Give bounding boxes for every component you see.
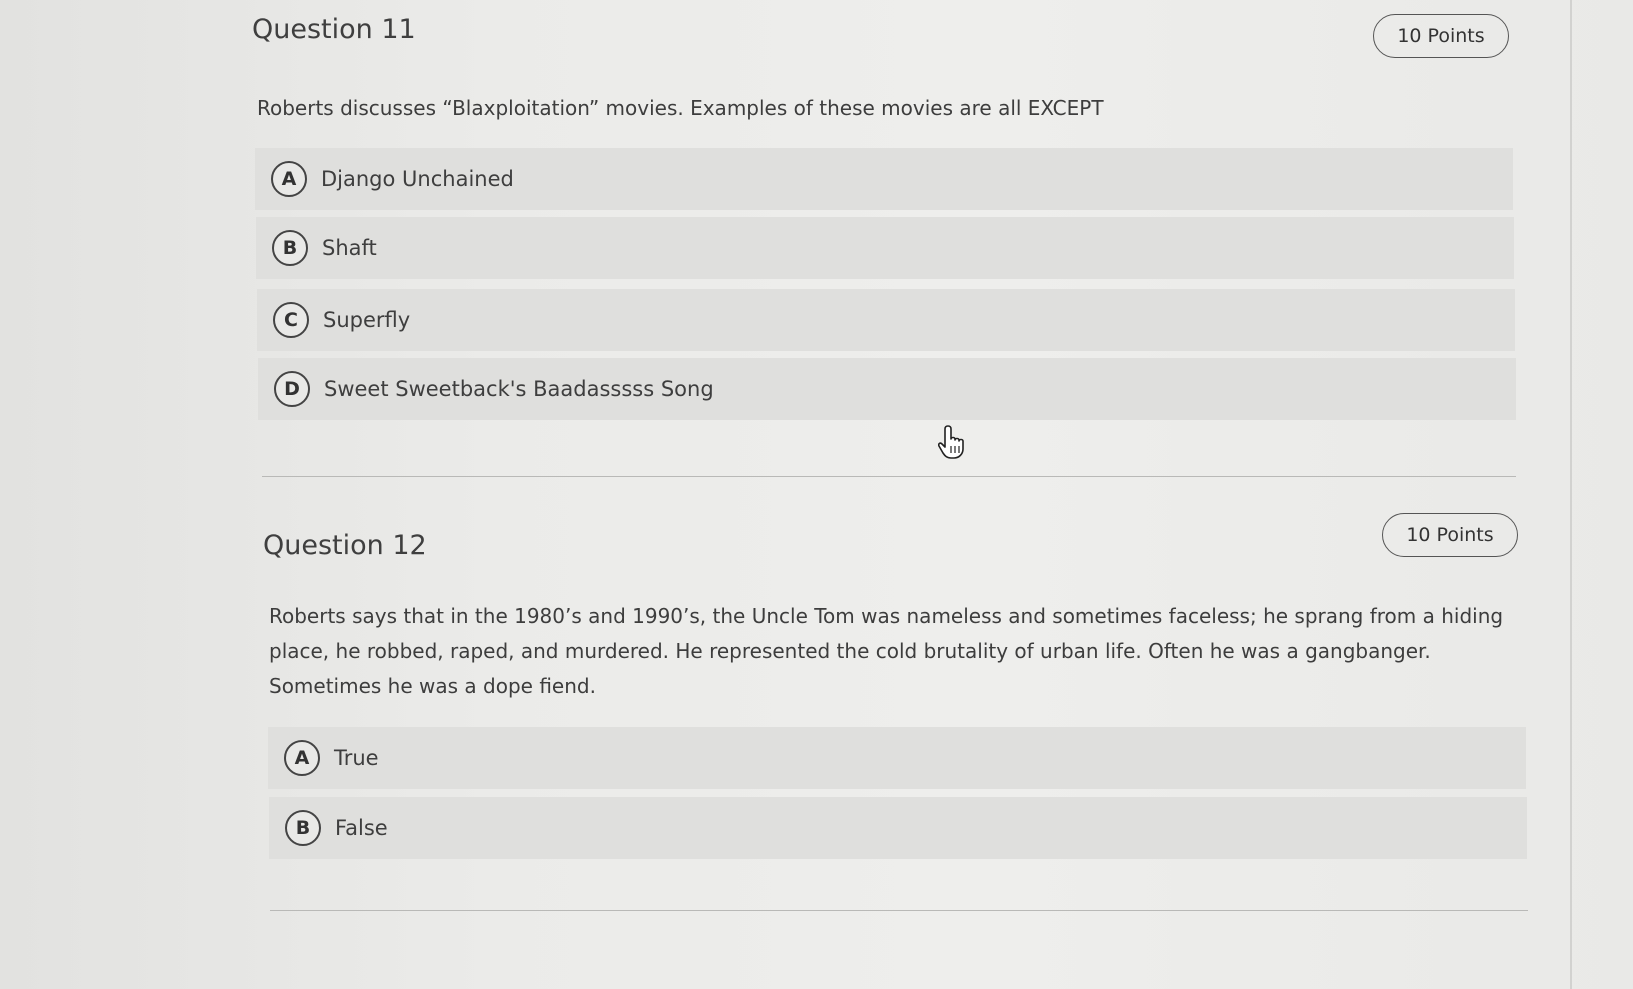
option-letter-badge: A [284, 740, 320, 776]
question-11-text: Roberts discusses “Blaxploitation” movie… [257, 96, 1104, 120]
option-letter-badge: B [285, 810, 321, 846]
question-11-option-a[interactable]: A Django Unchained [255, 148, 1513, 210]
question-11-points-badge: 10 Points [1373, 14, 1509, 58]
hand-pointer-icon [938, 425, 964, 459]
option-letter-badge: D [274, 371, 310, 407]
question-11-option-c[interactable]: C Superfly [257, 289, 1515, 351]
page-edge [1570, 0, 1572, 989]
question-12-option-b[interactable]: B False [269, 797, 1527, 859]
question-divider-bottom [270, 910, 1528, 911]
question-12-points-badge: 10 Points [1382, 513, 1518, 557]
question-12-title: Question 12 [263, 530, 427, 561]
question-11-option-b[interactable]: B Shaft [256, 217, 1514, 279]
option-label: Sweet Sweetback's Baadasssss Song [324, 377, 714, 401]
question-divider [262, 476, 1516, 477]
option-letter-badge: C [273, 302, 309, 338]
option-letter-badge: B [272, 230, 308, 266]
quiz-page: Question 11 10 Points Roberts discusses … [0, 0, 1633, 989]
option-label: Superfly [323, 308, 411, 332]
question-11-title: Question 11 [252, 14, 416, 45]
option-label: False [335, 816, 388, 840]
option-label: Django Unchained [321, 167, 514, 191]
option-label: True [334, 746, 379, 770]
option-letter-badge: A [271, 161, 307, 197]
question-12-option-a[interactable]: A True [268, 727, 1526, 789]
question-11-option-d[interactable]: D Sweet Sweetback's Baadasssss Song [258, 358, 1516, 420]
question-12-text: Roberts says that in the 1980’s and 1990… [269, 604, 1504, 698]
option-label: Shaft [322, 236, 377, 260]
